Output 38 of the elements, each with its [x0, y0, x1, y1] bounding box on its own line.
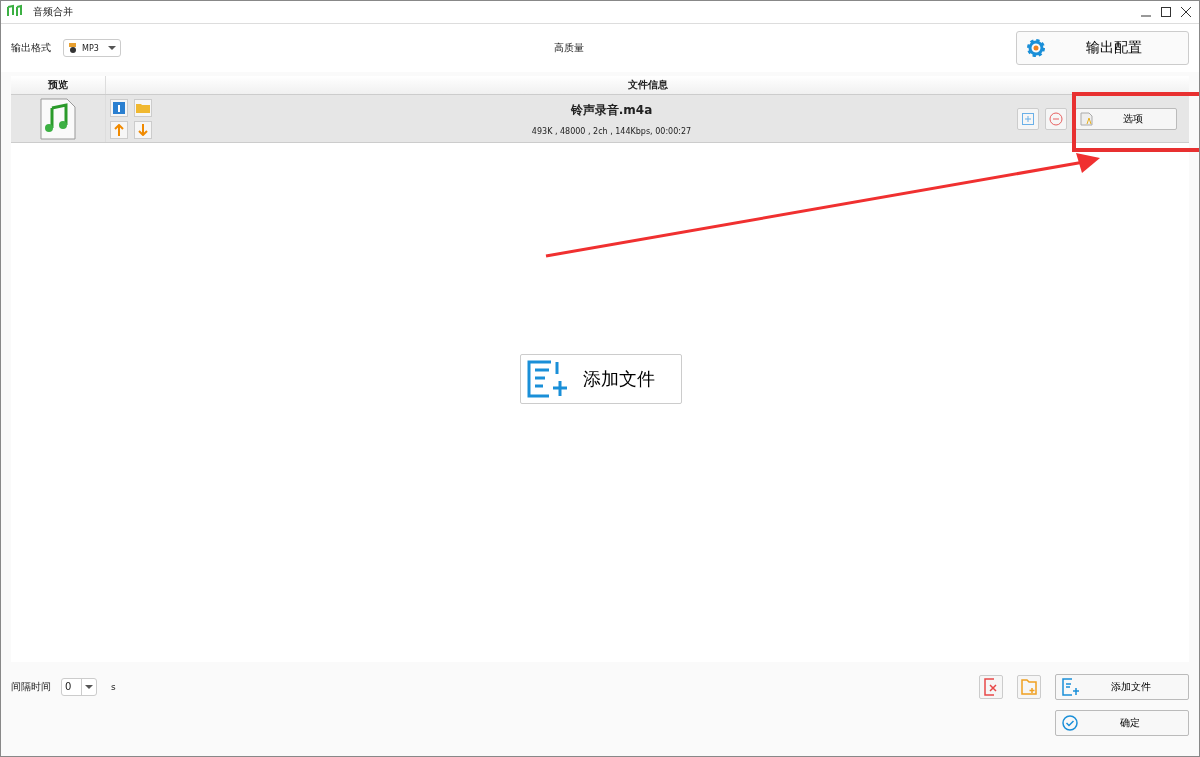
- output-config-button[interactable]: 输出配置: [1016, 31, 1189, 65]
- move-up-button[interactable]: [110, 120, 128, 139]
- remove-button[interactable]: [1045, 107, 1067, 130]
- interval-unit: s: [111, 682, 116, 692]
- confirm-button[interactable]: 确定: [1055, 710, 1189, 736]
- add-file-button[interactable]: 添加文件: [1055, 674, 1189, 700]
- plus-square-icon: [1022, 112, 1034, 125]
- add-folder-button[interactable]: [1017, 675, 1041, 699]
- column-header: 文件信息: [626, 78, 669, 92]
- add-button[interactable]: [1017, 107, 1039, 130]
- move-down-button[interactable]: [134, 120, 152, 139]
- check-circle-icon: [1062, 715, 1078, 731]
- interval-label: 间隔时间: [11, 680, 51, 694]
- interval-field[interactable]: 0: [61, 678, 97, 696]
- format-dropdown[interactable]: MP3: [63, 39, 121, 57]
- add-file-button[interactable]: 添加文件: [520, 354, 682, 404]
- file-row[interactable]: 铃声录音.m4a 493K , 48000 , 2ch , 144Kbps, 00:00:27 选项: [11, 95, 1189, 143]
- file-details: 493K , 48000 , 2ch , 144Kbps, 00:00:27: [531, 126, 692, 136]
- add-file-icon: [527, 360, 569, 398]
- quality-label: 高质量: [554, 41, 584, 55]
- clear-list-button[interactable]: [979, 675, 1003, 699]
- folder-button[interactable]: [134, 98, 152, 117]
- info-button[interactable]: [110, 98, 128, 117]
- maximize-icon[interactable]: [1161, 7, 1171, 17]
- add-file-icon: [1062, 678, 1080, 696]
- format-label: 输出格式: [11, 41, 51, 55]
- document-icon: [1080, 111, 1094, 126]
- caret-icon: [108, 46, 116, 50]
- close-icon[interactable]: [1181, 7, 1191, 17]
- options-button[interactable]: 选项: [1075, 107, 1177, 130]
- column-header: 预览: [11, 76, 106, 94]
- file-name: 铃声录音.m4a: [570, 101, 653, 119]
- minus-circle-icon: [1049, 111, 1063, 126]
- caret-icon: [85, 685, 93, 689]
- settings-icon: [1025, 37, 1047, 59]
- window-title: 音频合并: [33, 5, 73, 19]
- audio-file-icon: [40, 97, 76, 140]
- file-format-icon: [68, 43, 78, 53]
